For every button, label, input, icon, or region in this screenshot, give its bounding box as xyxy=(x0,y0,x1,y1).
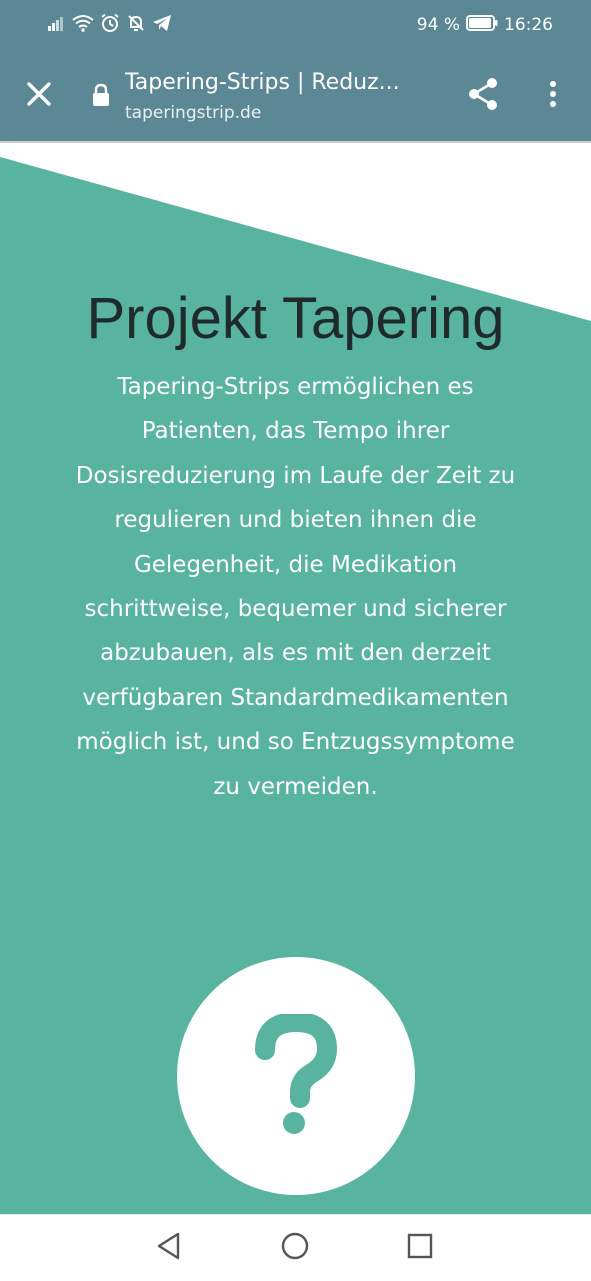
hero-line: Patienten, das Tempo ihrer xyxy=(141,418,450,445)
web-content[interactable]: Projekt Tapering Tapering-Strips ermögli… xyxy=(0,143,591,1214)
recents-square-icon xyxy=(407,1233,433,1263)
hero-line: zu vermeiden. xyxy=(213,773,378,800)
status-bar: 94 % 16:26 xyxy=(0,0,591,50)
hero-line: abzubauen, als es mit den derzeit xyxy=(100,640,491,667)
share-icon xyxy=(467,77,499,115)
hero-line: verfügbaren Standardmedikamenten xyxy=(82,684,509,711)
recents-button[interactable] xyxy=(401,1229,439,1267)
hero-line: regulieren und bieten ihnen die xyxy=(114,507,477,534)
alarm-icon xyxy=(100,13,120,37)
hero-title: Projekt Tapering xyxy=(86,286,505,351)
hero-line: Dosisreduzierung im Laufe der Zeit zu xyxy=(75,462,516,489)
hero-line: Tapering-Strips ermöglichen es xyxy=(117,374,474,400)
share-button[interactable] xyxy=(462,75,504,117)
lock-icon xyxy=(91,83,111,111)
wifi-icon xyxy=(72,14,94,36)
hero-line: schrittweise, bequemer und sicherer xyxy=(84,596,507,623)
hero-line: Gelegenheit, die Medikation xyxy=(133,551,458,578)
status-icons-left xyxy=(48,13,172,37)
status-icons-right: 94 % 16:26 xyxy=(417,12,553,38)
back-button[interactable] xyxy=(150,1229,188,1267)
page-url: taperingstrip.de xyxy=(125,103,262,123)
clock-time: 16:26 xyxy=(504,15,553,35)
navigation-bar xyxy=(0,1214,591,1281)
signal-icon xyxy=(48,15,66,35)
question-icon xyxy=(254,1011,338,1138)
telegram-icon xyxy=(152,14,172,36)
close-icon xyxy=(26,81,52,111)
question-circle xyxy=(177,957,415,1195)
back-triangle-icon xyxy=(156,1232,182,1264)
notifications-off-icon xyxy=(126,13,146,37)
close-button[interactable] xyxy=(18,75,60,117)
home-circle-icon xyxy=(280,1231,310,1265)
more-options-button[interactable] xyxy=(532,75,574,117)
hero-line: möglich ist, und so Entzugssymptome xyxy=(76,729,515,756)
home-button[interactable] xyxy=(276,1229,314,1267)
page-title: Tapering-Strips | Reduz... xyxy=(125,70,400,95)
hero-description: Tapering-Strips ermöglichen es Patienten… xyxy=(55,365,536,809)
battery-icon xyxy=(466,14,498,36)
browser-toolbar: Tapering-Strips | Reduz... taperingstrip… xyxy=(0,50,591,141)
more-vert-icon xyxy=(549,80,557,112)
battery-percent: 94 % xyxy=(416,15,460,35)
